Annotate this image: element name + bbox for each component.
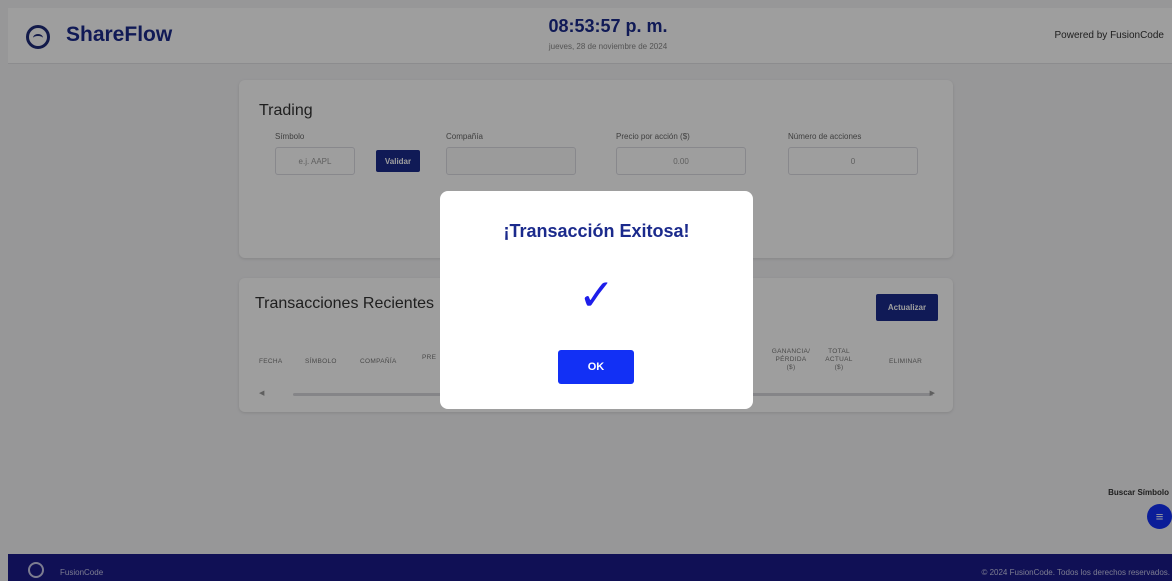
modal-title: ¡Transacción Exitosa! (503, 221, 690, 241)
ok-button[interactable]: OK (558, 350, 634, 384)
success-modal: ¡Transacción Exitosa! ✓ OK (440, 191, 753, 409)
checkmark-icon: ✓ (578, 271, 615, 320)
